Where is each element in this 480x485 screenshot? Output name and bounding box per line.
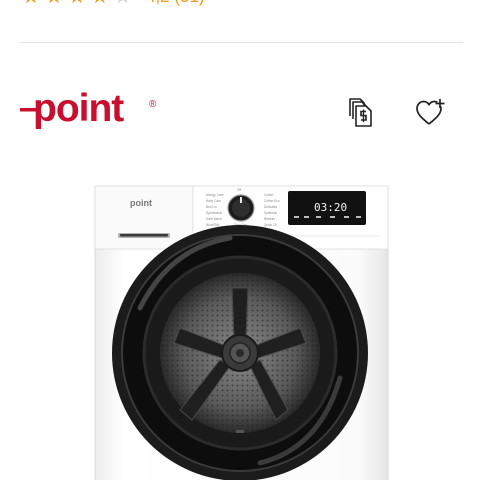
brand-logo[interactable]: point ® — [20, 87, 170, 138]
svg-text:Dark Wash: Dark Wash — [206, 217, 222, 221]
star-icon: ★ — [68, 0, 86, 8]
compare-icon — [349, 98, 372, 127]
product-rating[interactable]: ★ ★ ★ ★ ★ 4,2 (31) — [0, 0, 480, 8]
logo-registered-mark: ® — [149, 99, 157, 110]
svg-text:Allergy Care: Allergy Care — [206, 193, 224, 197]
svg-text:Quick 15: Quick 15 — [264, 223, 277, 227]
rating-stars: ★ ★ ★ ★ ★ — [22, 0, 132, 8]
star-icon: ★ — [91, 0, 109, 8]
point-logo: point ® — [20, 87, 157, 130]
add-to-favorites-button[interactable] — [414, 95, 448, 129]
washing-machine-image: point Allergy Care Baby Care Bed Lin. Spor… — [94, 185, 389, 485]
star-icon: ★ — [114, 0, 132, 8]
svg-text:Off: Off — [237, 188, 241, 192]
svg-text:Sportswear: Sportswear — [206, 211, 223, 215]
display-time: 03:20 — [314, 201, 347, 214]
section-divider — [20, 42, 463, 43]
star-icon: ★ — [45, 0, 63, 8]
product-image[interactable]: point Allergy Care Baby Care Bed Lin. Spor… — [80, 178, 400, 485]
rating-score-text: 4,2 (31) — [146, 0, 205, 8]
heart-plus-icon — [416, 99, 445, 125]
panel-logo: point — [130, 198, 152, 208]
svg-text:Refresh: Refresh — [264, 217, 275, 221]
svg-text:Baby Care: Baby Care — [206, 199, 221, 203]
svg-text:Cotton Eco: Cotton Eco — [264, 199, 280, 203]
svg-text:Delicates: Delicates — [264, 205, 278, 209]
svg-text:Cotton: Cotton — [264, 193, 274, 197]
logo-wordmark: point — [33, 88, 124, 130]
compare-button[interactable] — [342, 95, 376, 129]
svg-text:Bed Lin.: Bed Lin. — [206, 205, 218, 209]
star-icon: ★ — [22, 0, 40, 8]
svg-text:Synthetic: Synthetic — [264, 211, 278, 215]
svg-text:Wool/Silk: Wool/Silk — [206, 223, 220, 227]
